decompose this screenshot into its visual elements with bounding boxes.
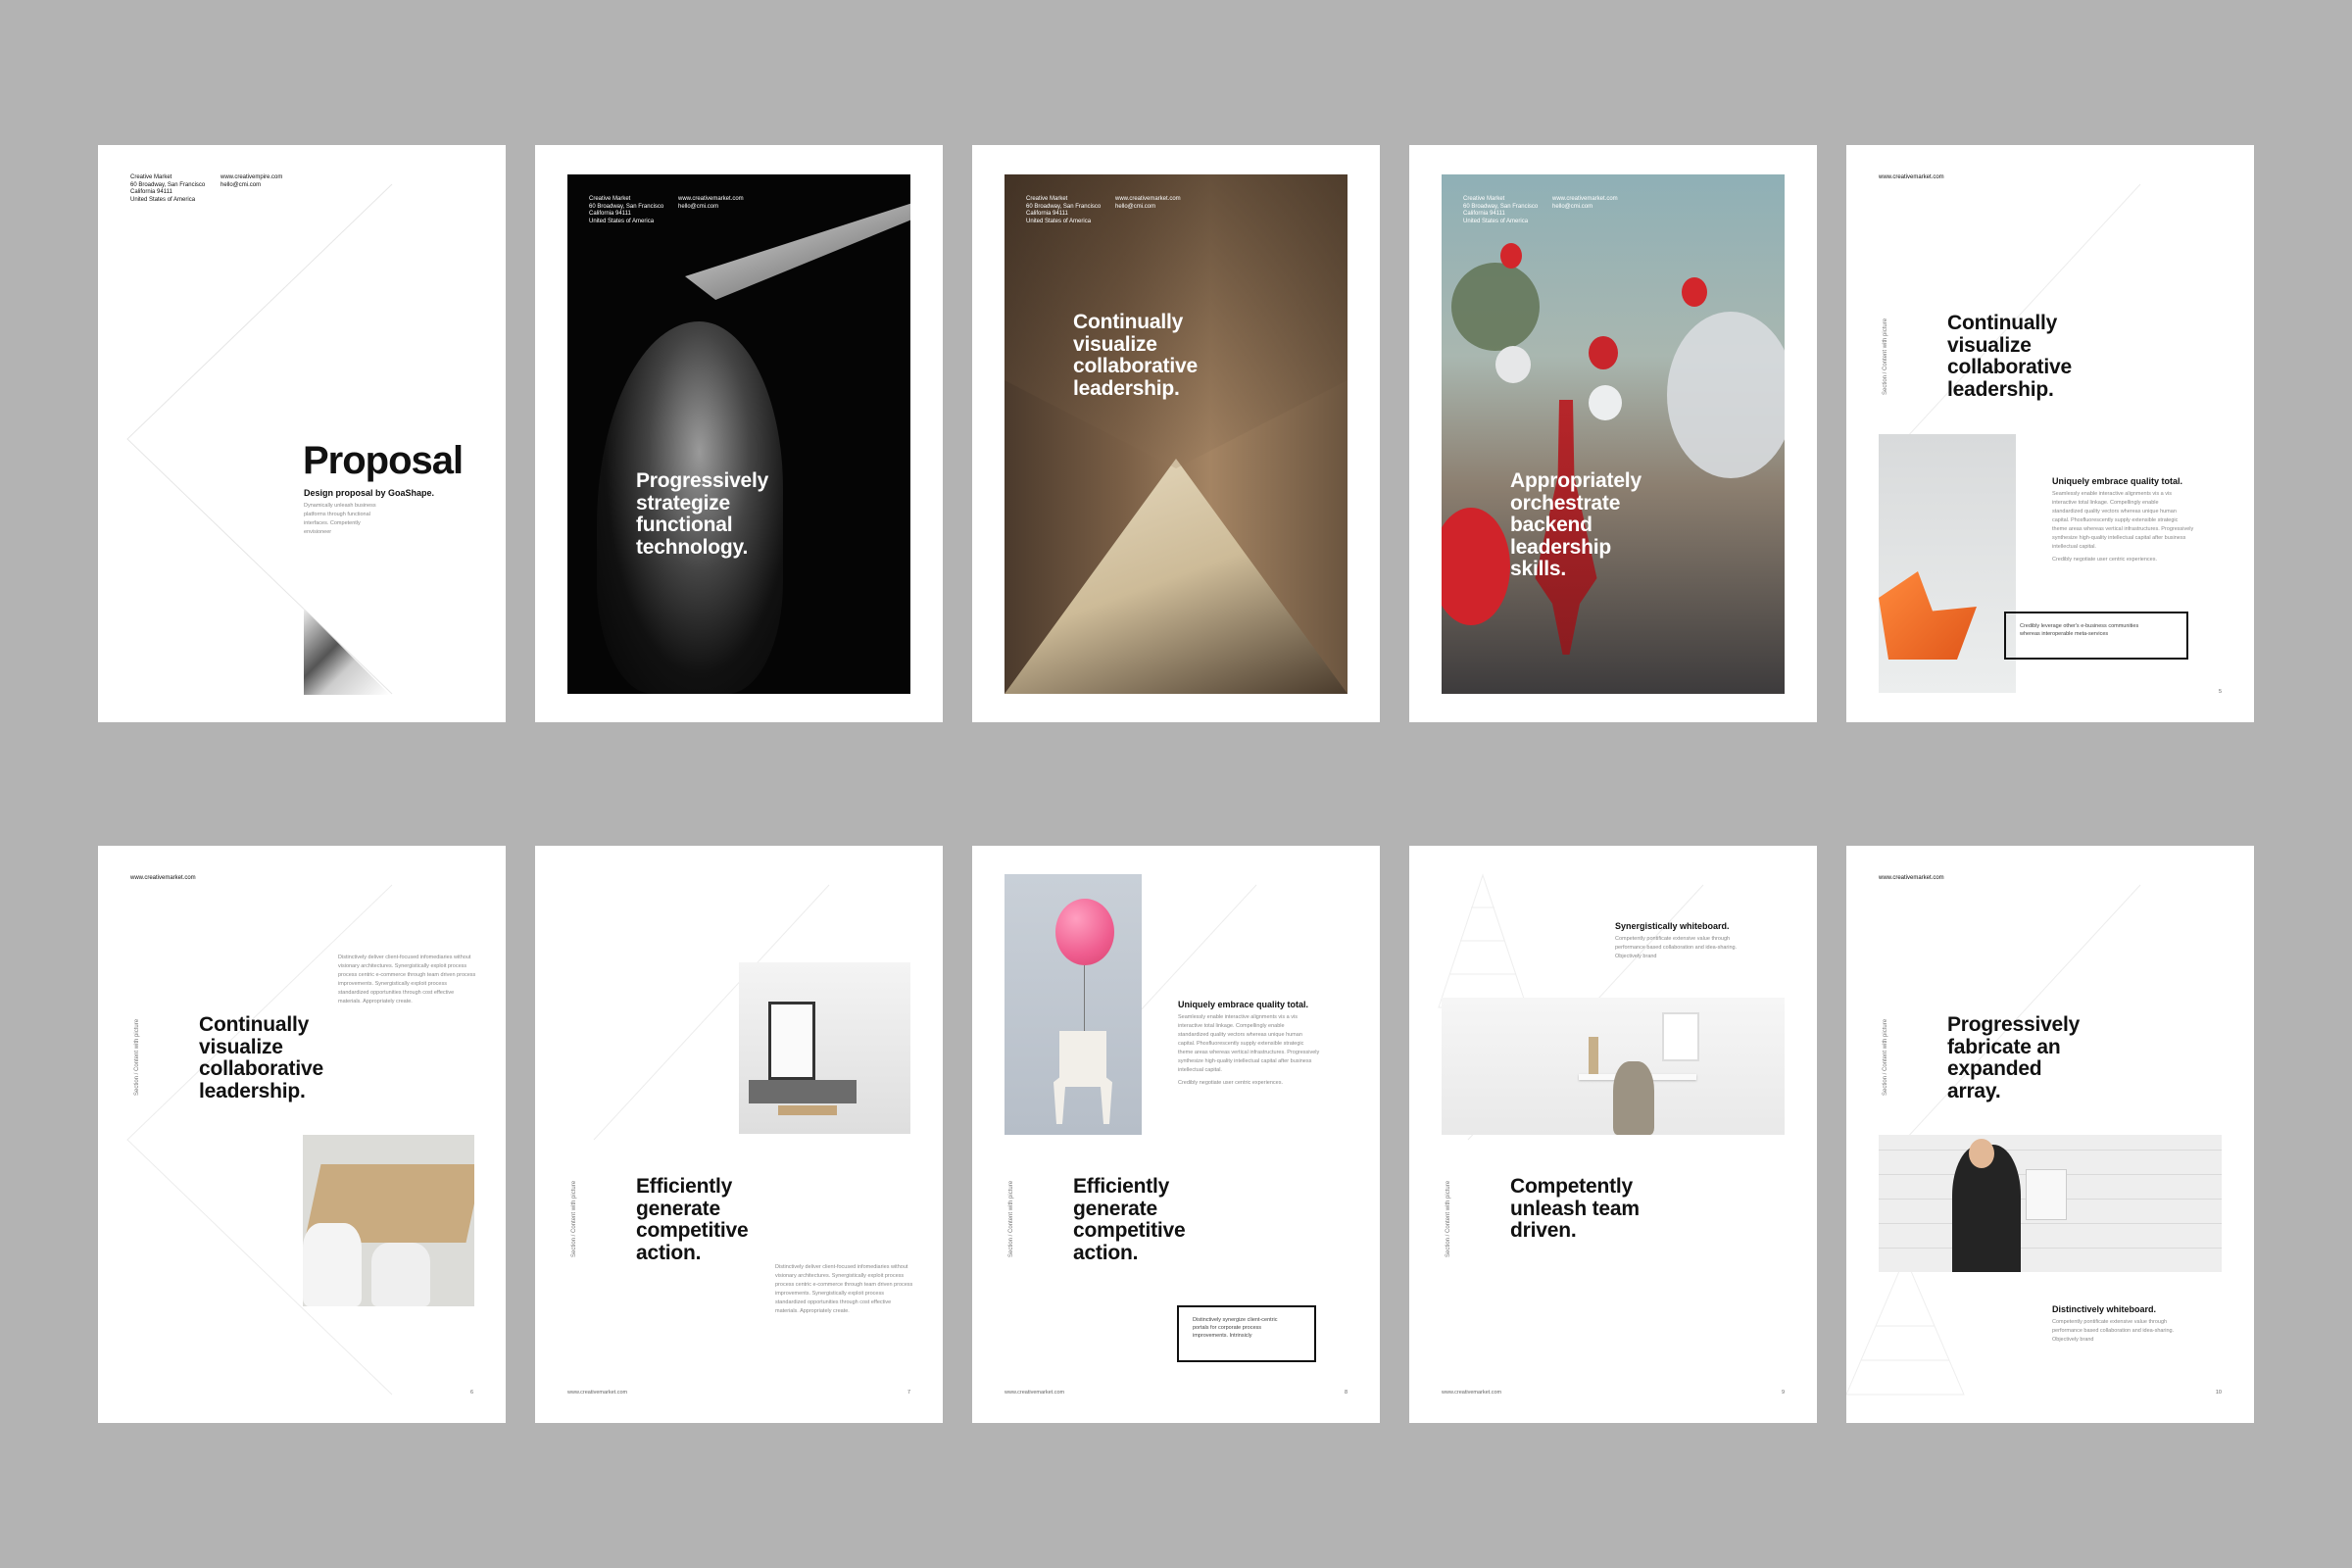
company-address: Creative Market 60 Broadway, San Francis… xyxy=(1463,196,1539,224)
company-contact: www.creativemarket.com hello@cmi.com xyxy=(1552,196,1618,210)
page-number: 9 xyxy=(1781,1390,1785,1396)
balloon-red-1 xyxy=(1500,243,1522,269)
section-label: Section / Content with picture xyxy=(1883,1018,1888,1096)
page-6-body: Distinctively deliver client-focused inf… xyxy=(338,955,476,1004)
balloon-red-3 xyxy=(1589,336,1618,369)
page-5-headline: Continually visualize collaborative lead… xyxy=(1947,312,2072,401)
page-8[interactable]: Uniquely embrace quality total. Seamless… xyxy=(972,846,1380,1423)
page-number: 8 xyxy=(1344,1390,1348,1396)
company-address: Creative Market 60 Broadway, San Francis… xyxy=(1026,196,1102,224)
page-2-headline: Progressively strategize functional tech… xyxy=(636,469,769,559)
page-8-callout-box: Distinctively synergize client-centric p… xyxy=(1177,1305,1316,1362)
page-10-body: Competently pontificate extensive value … xyxy=(2052,1319,2175,1343)
page-number: 7 xyxy=(906,1390,910,1396)
section-label: Section / Content with picture xyxy=(571,1180,577,1257)
page-cover[interactable]: Creative Market 60 Broadway, San Francis… xyxy=(98,145,506,722)
balloon-red-4 xyxy=(1442,508,1510,625)
portrait-photo: Progressively strategize functional tech… xyxy=(567,174,910,694)
page-8-body: Seamlessly enable interactive alignments… xyxy=(1178,1014,1320,1086)
page-5-body: Seamlessly enable interactive alignments… xyxy=(2052,491,2194,563)
desk-photo xyxy=(1442,998,1785,1135)
balloon-white-3 xyxy=(1589,385,1622,420)
white-chair-shape-2 xyxy=(371,1243,430,1306)
page-6[interactable]: www.creativemarket.com Distinctively del… xyxy=(98,846,506,1423)
cover-subtitle: Design proposal by GoaShape. xyxy=(304,488,435,498)
page-5-subhead: Uniquely embrace quality total. xyxy=(2052,476,2183,486)
section-label: Section / Content with picture xyxy=(1883,318,1888,395)
man-at-wall-photo xyxy=(1879,1135,2222,1272)
tree-shape xyxy=(1451,263,1540,351)
page-9-body: Competently pontificate extensive value … xyxy=(1615,936,1738,959)
balloon-string xyxy=(1084,965,1085,1034)
company-website: www.creativemarket.com xyxy=(1879,174,1944,180)
footer-website: www.creativemarket.com xyxy=(1442,1390,1502,1396)
picture-frame-shape xyxy=(1662,1012,1699,1061)
man-head-shape xyxy=(1969,1139,1994,1168)
page-10-subhead: Distinctively whiteboard. xyxy=(2052,1304,2157,1314)
section-label: Section / Content with picture xyxy=(1446,1180,1451,1257)
company-address: Creative Market 60 Broadway, San Francis… xyxy=(130,174,206,203)
page-9-headline: Competently unleash team driven. xyxy=(1510,1175,1640,1242)
page-4[interactable]: Appropriately orchestrate backend leader… xyxy=(1409,145,1817,722)
table-chairs-photo xyxy=(303,1135,474,1306)
page-9-subhead: Synergistically whiteboard. xyxy=(1615,921,1730,931)
section-label: Section / Content with picture xyxy=(1008,1180,1014,1257)
company-contact: www.creativemarket.com hello@cmi.com xyxy=(1115,196,1181,210)
section-label: Section / Content with picture xyxy=(134,1018,140,1096)
balloons-photo: Appropriately orchestrate backend leader… xyxy=(1442,174,1785,694)
page-7-headline: Efficiently generate competitive action. xyxy=(636,1175,749,1264)
company-website: www.creativemarket.com xyxy=(1879,875,1944,881)
page-7[interactable]: Section / Content with picture Efficient… xyxy=(535,846,943,1423)
diamond-line-decoration xyxy=(126,183,393,695)
page-2[interactable]: Progressively strategize functional tech… xyxy=(535,145,943,722)
balloon-white-2 xyxy=(1667,312,1785,478)
pink-balloon-shape xyxy=(1055,899,1114,965)
paper-boat-photo xyxy=(1879,434,2016,693)
page-8-headline: Efficiently generate competitive action. xyxy=(1073,1175,1186,1264)
page-7-body: Distinctively deliver client-focused inf… xyxy=(775,1264,913,1314)
architecture-photo: Continually visualize collaborative lead… xyxy=(1004,174,1348,694)
vase-shape xyxy=(1589,1037,1598,1074)
page-10[interactable]: www.creativemarket.com Section / Content… xyxy=(1846,846,2254,1423)
light-beam-shape xyxy=(685,194,910,300)
company-name: Creative Market xyxy=(130,174,172,180)
pink-balloon-photo xyxy=(1004,874,1142,1135)
page-number: 6 xyxy=(469,1390,473,1396)
page-8-subhead: Uniquely embrace quality total. xyxy=(1178,1000,1309,1009)
page-10-headline: Progressively fabricate an expanded arra… xyxy=(1947,1013,2081,1102)
concrete-floor-shape xyxy=(1004,459,1348,694)
white-chair-shape xyxy=(303,1223,362,1306)
coffee-table-shape xyxy=(778,1105,837,1115)
company-contact: www.creativempire.com hello@cmi.com xyxy=(220,174,283,188)
company-contact: www.creativemarket.com hello@cmi.com xyxy=(678,196,744,210)
page-6-headline: Continually visualize collaborative lead… xyxy=(199,1013,323,1102)
page-4-headline: Appropriately orchestrate backend leader… xyxy=(1510,469,1642,580)
sofa-shape xyxy=(749,1080,857,1103)
white-chair-shape xyxy=(1054,1031,1112,1124)
page-number: 10 xyxy=(2215,1390,2222,1396)
cover-title: Proposal xyxy=(303,439,464,482)
company-website: www.creativemarket.com xyxy=(130,875,196,881)
footer-website: www.creativemarket.com xyxy=(567,1390,628,1396)
page-3-headline: Continually visualize collaborative lead… xyxy=(1073,311,1198,400)
balloon-red-2 xyxy=(1682,277,1707,307)
chair-shape xyxy=(1613,1061,1654,1135)
company-address: Creative Market 60 Broadway, San Francis… xyxy=(589,196,664,224)
page-5[interactable]: www.creativemarket.com Section / Content… xyxy=(1846,145,2254,722)
balloon-white-1 xyxy=(1495,346,1531,383)
cover-description: Dynamically unleash business platforms t… xyxy=(304,503,376,535)
diamond-line-decoration xyxy=(593,884,830,1141)
page-5-callout-box: Credibly leverage other's e-business com… xyxy=(2004,612,2188,660)
page-3[interactable]: Continually visualize collaborative lead… xyxy=(972,145,1380,722)
orange-boat-shape xyxy=(1879,571,1977,660)
pinned-papers-shape xyxy=(2026,1169,2067,1220)
interior-photo xyxy=(739,962,910,1134)
footer-website: www.creativemarket.com xyxy=(1004,1390,1065,1396)
page-9[interactable]: Synergistically whiteboard. Competently … xyxy=(1409,846,1817,1423)
window-shape xyxy=(768,1002,815,1080)
page-number: 5 xyxy=(2218,689,2222,695)
